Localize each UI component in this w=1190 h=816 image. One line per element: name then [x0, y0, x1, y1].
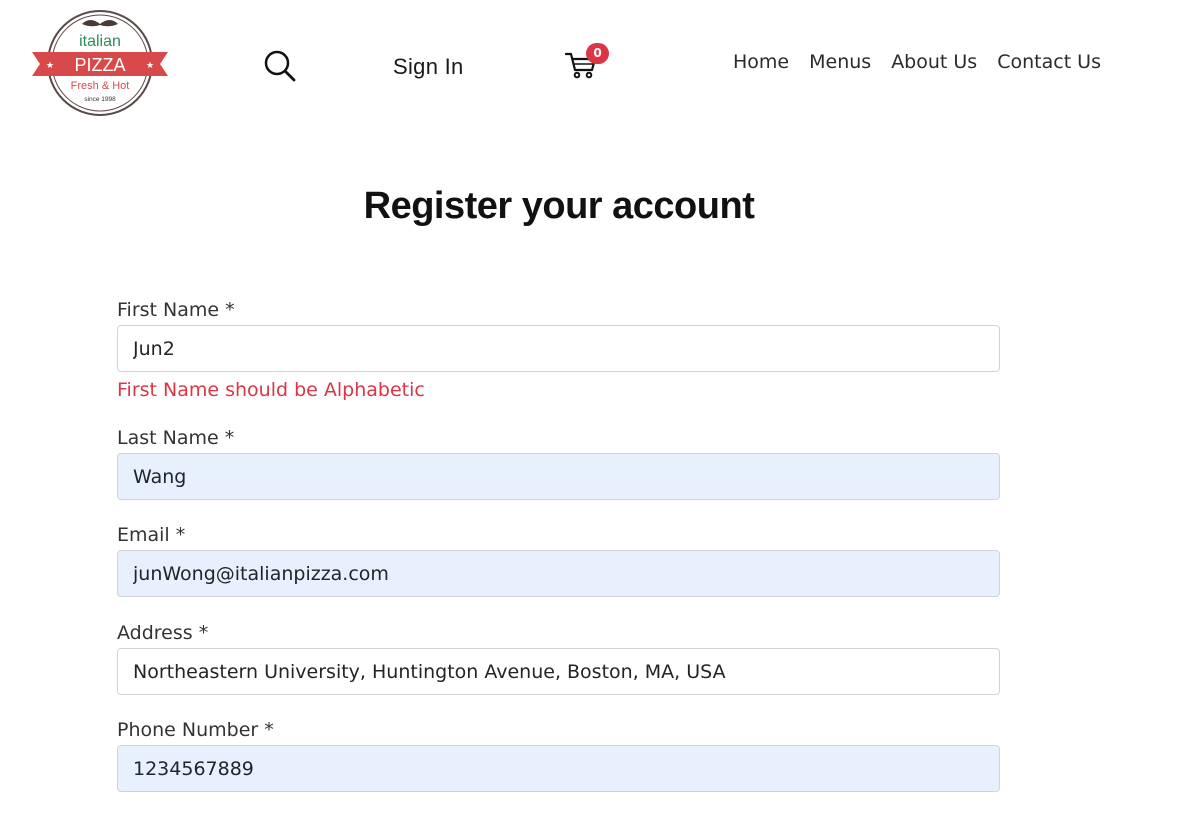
email-input[interactable]: [117, 550, 1000, 597]
first-name-label: First Name *: [117, 299, 235, 321]
nav-home[interactable]: Home: [733, 51, 789, 73]
email-group: Email *: [117, 523, 1000, 597]
italian-pizza-logo[interactable]: italian ★ ★ PIZZA Fresh & Hot since 1998: [30, 8, 170, 118]
logo-text-since: since 1998: [84, 96, 116, 103]
search-icon: [264, 50, 296, 82]
address-label: Address *: [117, 622, 209, 644]
nav-menus[interactable]: Menus: [809, 51, 871, 73]
svg-text:★: ★: [46, 61, 54, 71]
phone-group: Phone Number *: [117, 718, 1000, 792]
first-name-group: First Name * First Name should be Alphab…: [117, 298, 1000, 402]
nav-about-us[interactable]: About Us: [891, 51, 977, 73]
cart-count-badge: 0: [586, 43, 609, 64]
phone-input[interactable]: [117, 745, 1000, 792]
page-title: Register your account: [363, 185, 755, 227]
logo-text-fresh: Fresh & Hot: [71, 80, 130, 92]
address-group: Address *: [117, 621, 1000, 695]
logo-text-pizza: PIZZA: [74, 55, 125, 75]
last-name-label: Last Name *: [117, 427, 235, 449]
nav-contact-us[interactable]: Contact Us: [997, 51, 1101, 73]
site-header: italian ★ ★ PIZZA Fresh & Hot since 1998…: [0, 0, 1190, 130]
search-button[interactable]: [262, 48, 298, 84]
logo-text-italian: italian: [79, 33, 121, 50]
main-nav: Home Menus About Us Contact Us: [733, 51, 1101, 73]
first-name-input[interactable]: [117, 325, 1000, 372]
address-input[interactable]: [117, 648, 1000, 695]
last-name-group: Last Name *: [117, 426, 1000, 500]
sign-in-link[interactable]: Sign In: [393, 54, 464, 80]
first-name-error: First Name should be Alphabetic: [117, 379, 425, 401]
phone-label: Phone Number *: [117, 719, 274, 741]
last-name-input[interactable]: [117, 453, 1000, 500]
svg-text:★: ★: [146, 61, 154, 71]
email-label: Email *: [117, 524, 186, 546]
